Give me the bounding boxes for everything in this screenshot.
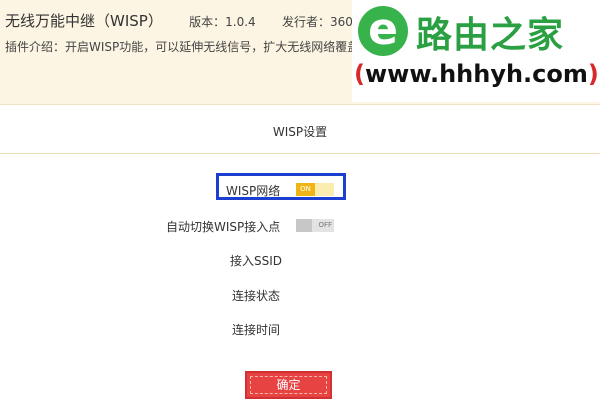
plugin-intro: 插件介绍：开启WISP功能，可以延伸无线信号，扩大无线网络覆盖范围: [5, 40, 384, 54]
plugin-publisher: 发行者：360: [281, 15, 353, 29]
auto-switch-toggle[interactable]: OFF: [296, 219, 334, 232]
section-title: WISP设置: [0, 117, 600, 154]
wisp-network-toggle[interactable]: ON: [296, 183, 334, 196]
plugin-version: 版本：1.0.4: [189, 15, 256, 29]
confirm-button[interactable]: 确定: [245, 371, 332, 399]
toggle-on-knob: ON: [296, 183, 315, 196]
toggle-off-knob: [296, 219, 312, 232]
wisp-network-label: WISP网络: [226, 184, 281, 198]
toggle-off-text: OFF: [318, 221, 332, 229]
ssid-label: 接入SSID: [230, 254, 283, 268]
plugin-title-row: 无线万能中继（WISP） 版本：1.0.4 发行者：360: [5, 10, 353, 31]
site-logo-icon: e: [358, 4, 408, 56]
time-label: 连接时间: [232, 323, 281, 337]
site-watermark: e 路由之家 (www.hhhyh.com): [352, 0, 600, 102]
watermark-url: (www.hhhyh.com): [354, 60, 599, 88]
watermark-site-name: 路由之家: [416, 15, 565, 56]
auto-switch-label: 自动切换WISP接入点: [166, 220, 281, 234]
status-label: 连接状态: [232, 289, 281, 303]
plugin-name: 无线万能中继（WISP）: [5, 12, 163, 30]
